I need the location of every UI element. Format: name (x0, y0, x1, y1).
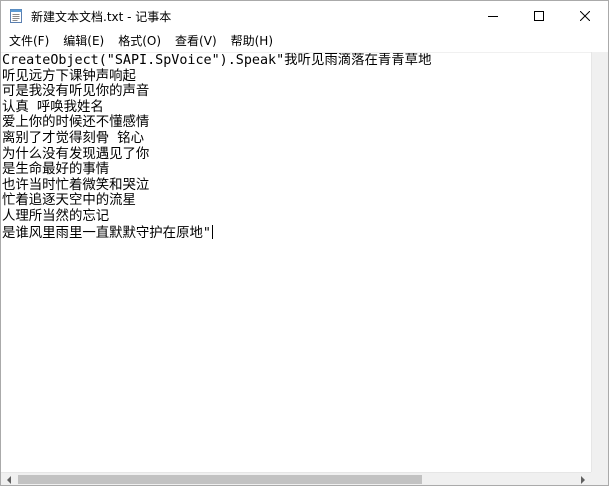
horizontal-scrollbar[interactable] (1, 472, 591, 485)
text-line: CreateObject("SAPI.SpVoice").Speak"我听见雨滴… (2, 53, 432, 68)
text-editor[interactable]: CreateObject("SAPI.SpVoice").Speak"我听见雨滴… (1, 52, 591, 472)
vertical-scrollbar[interactable] (591, 52, 608, 472)
last-line-text: 是谁风里雨里一直默默守护在原地" (2, 225, 211, 241)
text-line: 忙着追逐天空中的流星 (2, 193, 136, 209)
notepad-icon[interactable] (8, 8, 24, 24)
menu-help[interactable]: 帮助(H) (224, 31, 280, 51)
text-line: 也许当时忙着微笑和哭泣 (2, 177, 150, 193)
notepad-window: 新建文本文档.txt - 记事本 文件(F) 编辑(E) 格式(O) 查看(V)… (0, 0, 609, 486)
text-line: 可是我没有听见你的声音 (2, 84, 150, 100)
text-line-last: 是谁风里雨里一直默默守护在原地" (1, 224, 591, 241)
close-button[interactable] (562, 1, 608, 31)
menu-view[interactable]: 查看(V) (168, 31, 224, 51)
chevron-right-icon (581, 475, 585, 484)
scroll-right-button[interactable] (578, 475, 588, 484)
horizontal-scroll-thumb[interactable] (18, 475, 422, 484)
menu-file[interactable]: 文件(F) (1, 31, 56, 51)
text-line: 为什么没有发现遇见了你 (2, 146, 150, 162)
close-icon (580, 11, 590, 21)
text-line: 爱上你的时候还不懂感情 (2, 115, 150, 131)
minimize-button[interactable] (470, 1, 516, 31)
chevron-left-icon (7, 475, 11, 484)
window-title: 新建文本文档.txt - 记事本 (31, 10, 172, 24)
menu-bar: 文件(F) 编辑(E) 格式(O) 查看(V) 帮助(H) (1, 31, 608, 51)
text-line: 人理所当然的忘记 (2, 208, 110, 224)
menu-edit[interactable]: 编辑(E) (56, 31, 111, 51)
title-bar[interactable]: 新建文本文档.txt - 记事本 (1, 1, 608, 31)
scrollbar-corner (591, 472, 608, 485)
maximize-button[interactable] (516, 1, 562, 31)
text-line: 听见远方下课钟声响起 (2, 68, 136, 84)
text-line: 离别了才觉得刻骨 铭心 (2, 130, 144, 146)
maximize-icon (534, 11, 544, 21)
text-caret (211, 224, 213, 239)
minimize-icon (488, 16, 498, 17)
text-line: 认真 呼唤我姓名 (2, 99, 104, 115)
text-line: 是生命最好的事情 (2, 162, 110, 178)
scroll-left-button[interactable] (4, 475, 14, 484)
menu-format[interactable]: 格式(O) (111, 31, 168, 51)
